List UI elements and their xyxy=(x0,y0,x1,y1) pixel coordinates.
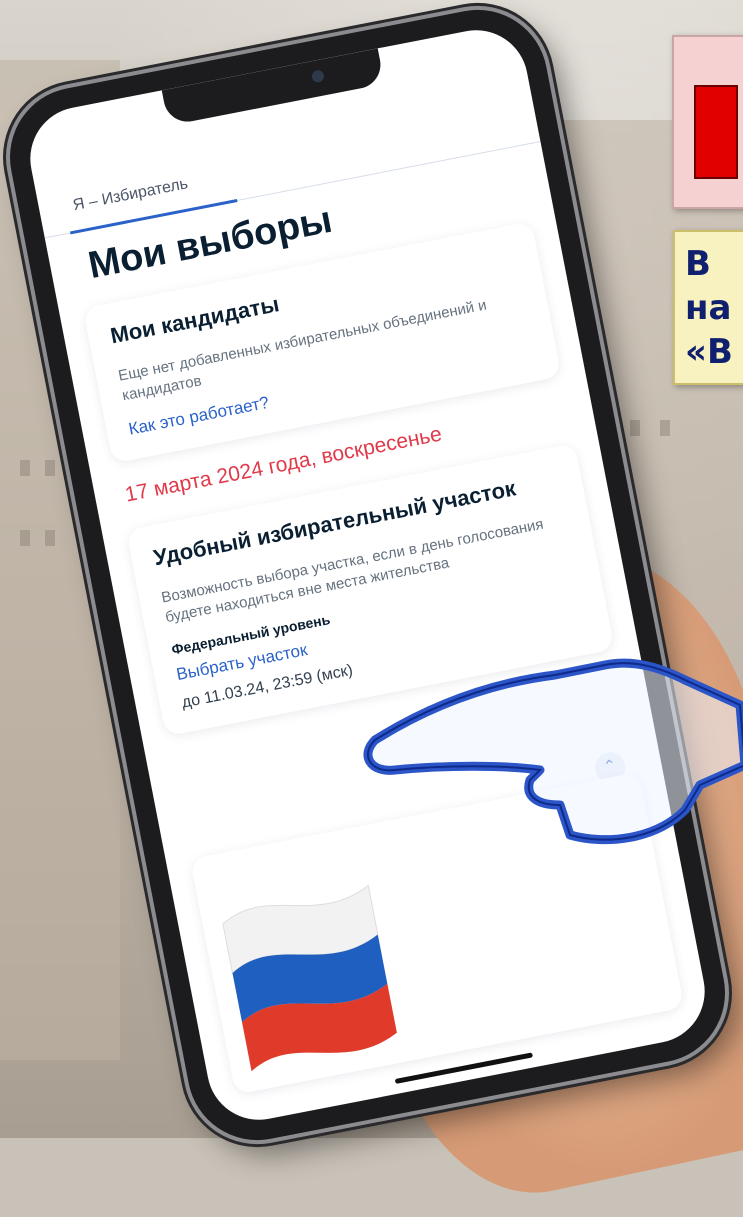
background-window xyxy=(20,530,30,546)
background-window xyxy=(660,420,670,436)
russian-flag-icon xyxy=(222,884,397,1072)
pointing-hand-icon xyxy=(363,658,743,845)
yellow-callout-box: В на «В xyxy=(673,230,743,385)
tab-voter[interactable]: Я – Избиратель xyxy=(72,175,190,215)
background-window xyxy=(45,530,55,546)
red-callout-mark xyxy=(694,85,738,179)
red-callout-box xyxy=(672,35,743,209)
background-window xyxy=(630,420,640,436)
background-window xyxy=(45,460,55,476)
callout-line: на xyxy=(685,288,732,328)
background-window xyxy=(20,460,30,476)
callout-line: В xyxy=(685,244,711,284)
camera-icon xyxy=(310,69,325,84)
callout-line: «В xyxy=(685,332,733,372)
